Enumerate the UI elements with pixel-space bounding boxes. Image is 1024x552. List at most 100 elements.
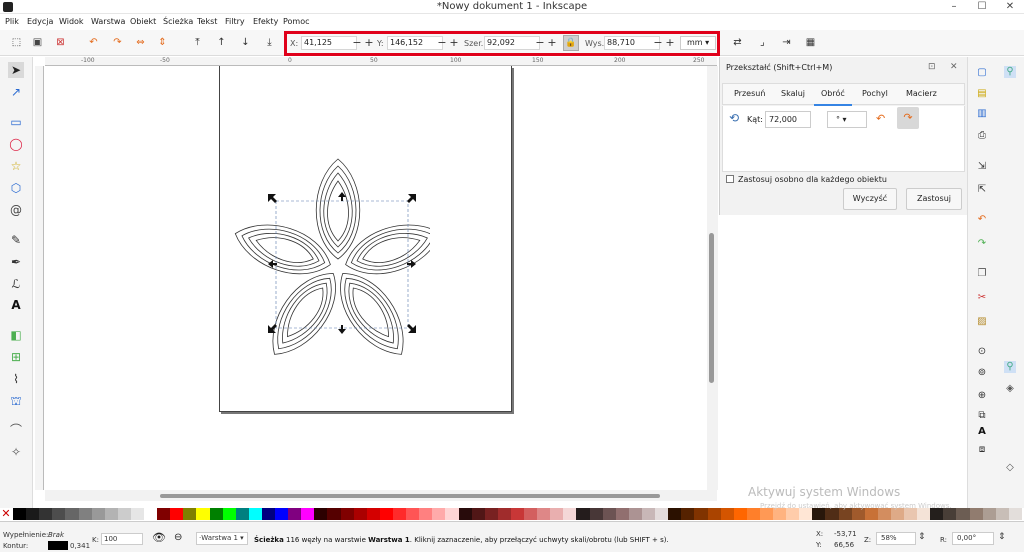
deselect-icon[interactable]: ⊠ (54, 36, 67, 49)
tab-move[interactable]: Przesuń (734, 89, 765, 98)
text-tool-icon[interactable]: A (8, 297, 24, 313)
palette-swatch[interactable] (157, 508, 171, 520)
dock-close-icon[interactable]: ✕ (950, 62, 958, 72)
spray-tool-icon[interactable]: ✧ (8, 444, 24, 460)
palette-swatch[interactable] (576, 508, 591, 520)
palette-swatch[interactable] (65, 508, 79, 520)
palette-swatch[interactable] (445, 508, 460, 520)
palette-swatch[interactable] (510, 508, 525, 520)
palette-swatch[interactable] (602, 508, 617, 520)
palette-swatch[interactable] (733, 508, 748, 520)
snap-guide-icon[interactable]: ◇ (1004, 462, 1016, 474)
3d-box-tool-icon[interactable]: ⬡ (8, 180, 24, 196)
menu-path[interactable]: Ścieżka (163, 17, 193, 26)
y-decrement-button[interactable]: − (437, 36, 447, 50)
snap-bbox-icon[interactable]: ◈ (1004, 383, 1016, 395)
mesh-tool-icon[interactable]: ⊞ (8, 349, 24, 365)
palette-swatch[interactable] (471, 508, 486, 520)
zoom-page-icon[interactable]: ⊕ (976, 390, 988, 402)
palette-swatch[interactable] (366, 508, 381, 520)
paint-bucket-tool-icon[interactable]: ⛫ (8, 393, 24, 409)
palette-swatch[interactable] (537, 508, 551, 520)
rotation-input[interactable]: 0,00° (952, 532, 994, 545)
palette-swatch[interactable] (379, 508, 394, 520)
paste-icon[interactable]: ▨ (976, 316, 988, 328)
palette-swatch[interactable] (956, 508, 971, 520)
scale-stroke-icon[interactable]: ⇄ (731, 36, 744, 49)
pen-tool-icon[interactable]: ✒ (8, 254, 24, 270)
import-icon[interactable]: ⇲ (976, 161, 988, 173)
dock-pin-icon[interactable]: ⊡ (928, 62, 936, 72)
clear-button[interactable]: Wyczyść (843, 188, 897, 210)
lock-ratio-icon[interactable]: 🔒 (563, 35, 579, 51)
palette-swatch[interactable] (288, 508, 302, 520)
height-decrement-button[interactable]: − (653, 36, 663, 50)
palette-swatch[interactable] (655, 508, 669, 520)
palette-swatch[interactable] (720, 508, 735, 520)
select-all-layers-icon[interactable]: ▣ (31, 36, 44, 49)
gradient-tool-icon[interactable]: ◧ (8, 327, 24, 343)
palette-swatch[interactable] (707, 508, 722, 520)
raise-icon[interactable]: ↑ (215, 36, 228, 49)
menu-filters[interactable]: Filtry (225, 17, 245, 26)
angle-unit-select[interactable]: ° ▾ (827, 111, 867, 128)
palette-swatch[interactable] (681, 508, 695, 520)
copy-icon[interactable]: ❐ (976, 268, 988, 280)
horizontal-scroll-thumb[interactable] (160, 494, 660, 498)
palette-swatch[interactable] (995, 508, 1010, 520)
stroke-swatch[interactable] (48, 541, 68, 550)
tab-rotate[interactable]: Obróć (821, 89, 845, 98)
zoom-stepper[interactable]: ⇕ (918, 532, 926, 542)
apply-button[interactable]: Zastosuj (906, 188, 962, 210)
menu-extensions[interactable]: Efekty (253, 17, 278, 26)
width-decrement-button[interactable]: − (535, 36, 545, 50)
select-all-icon[interactable]: ⬚ (10, 36, 23, 49)
text-font-icon[interactable]: A (976, 426, 988, 438)
palette-swatch[interactable] (327, 508, 342, 520)
duplicate-icon[interactable]: ⧉ (976, 410, 988, 422)
tab-scale[interactable]: Skaluj (781, 89, 805, 98)
layer-select[interactable]: ·Warstwa 1 ▾ (196, 532, 248, 545)
palette-swatch[interactable] (52, 508, 66, 520)
palette-swatch[interactable] (91, 508, 106, 520)
snap-nodes-icon[interactable]: ⚲ (1004, 361, 1016, 373)
save-icon[interactable]: ▥ (976, 108, 988, 120)
no-paint-icon[interactable]: ✕ (0, 508, 12, 520)
export-icon[interactable]: ⇱ (976, 184, 988, 196)
palette-swatch[interactable] (406, 508, 420, 520)
menu-file[interactable]: Plik (5, 17, 19, 26)
palette-swatch[interactable] (458, 508, 473, 520)
palette-swatch[interactable] (196, 508, 211, 520)
palette-swatch[interactable] (248, 508, 263, 520)
menu-text[interactable]: Tekst (197, 17, 217, 26)
palette-swatch[interactable] (668, 508, 682, 520)
opacity-input[interactable]: 100 (101, 533, 143, 545)
x-input[interactable]: 41,125 (301, 36, 357, 50)
calligraphy-tool-icon[interactable]: ℒ (8, 276, 24, 292)
apply-separately-checkbox[interactable] (726, 175, 734, 183)
xml-editor-icon[interactable]: ⧈ (976, 444, 988, 456)
visibility-eye-icon[interactable]: 👁 (152, 531, 166, 544)
maximize-button[interactable]: ☐ (968, 0, 996, 14)
palette-swatch[interactable] (39, 508, 53, 520)
height-increment-button[interactable]: + (665, 36, 675, 50)
scale-corners-icon[interactable]: ⌟ (756, 36, 769, 49)
palette-swatch[interactable] (104, 508, 119, 520)
x-increment-button[interactable]: + (364, 36, 374, 50)
flip-horizontal-icon[interactable]: ⇔ (134, 36, 147, 49)
palette-swatch[interactable] (235, 508, 250, 520)
palette-swatch[interactable] (222, 508, 237, 520)
menu-view[interactable]: Widok (59, 17, 84, 26)
palette-swatch[interactable] (589, 508, 604, 520)
transform-patterns-icon[interactable]: ▦ (804, 36, 817, 49)
pencil-tool-icon[interactable]: ✎ (8, 232, 24, 248)
zoom-selection-icon[interactable]: ⊙ (976, 346, 988, 358)
vertical-scroll-thumb[interactable] (709, 233, 714, 383)
cut-icon[interactable]: ✂ (976, 292, 988, 304)
menu-help[interactable]: Pomoc (283, 17, 310, 26)
unit-select[interactable]: mm ▾ (680, 36, 716, 50)
rotate-ccw-icon[interactable]: ↶ (87, 36, 100, 49)
palette-swatch[interactable] (275, 508, 289, 520)
menu-object[interactable]: Obiekt (130, 17, 156, 26)
palette-swatch[interactable] (144, 508, 158, 520)
